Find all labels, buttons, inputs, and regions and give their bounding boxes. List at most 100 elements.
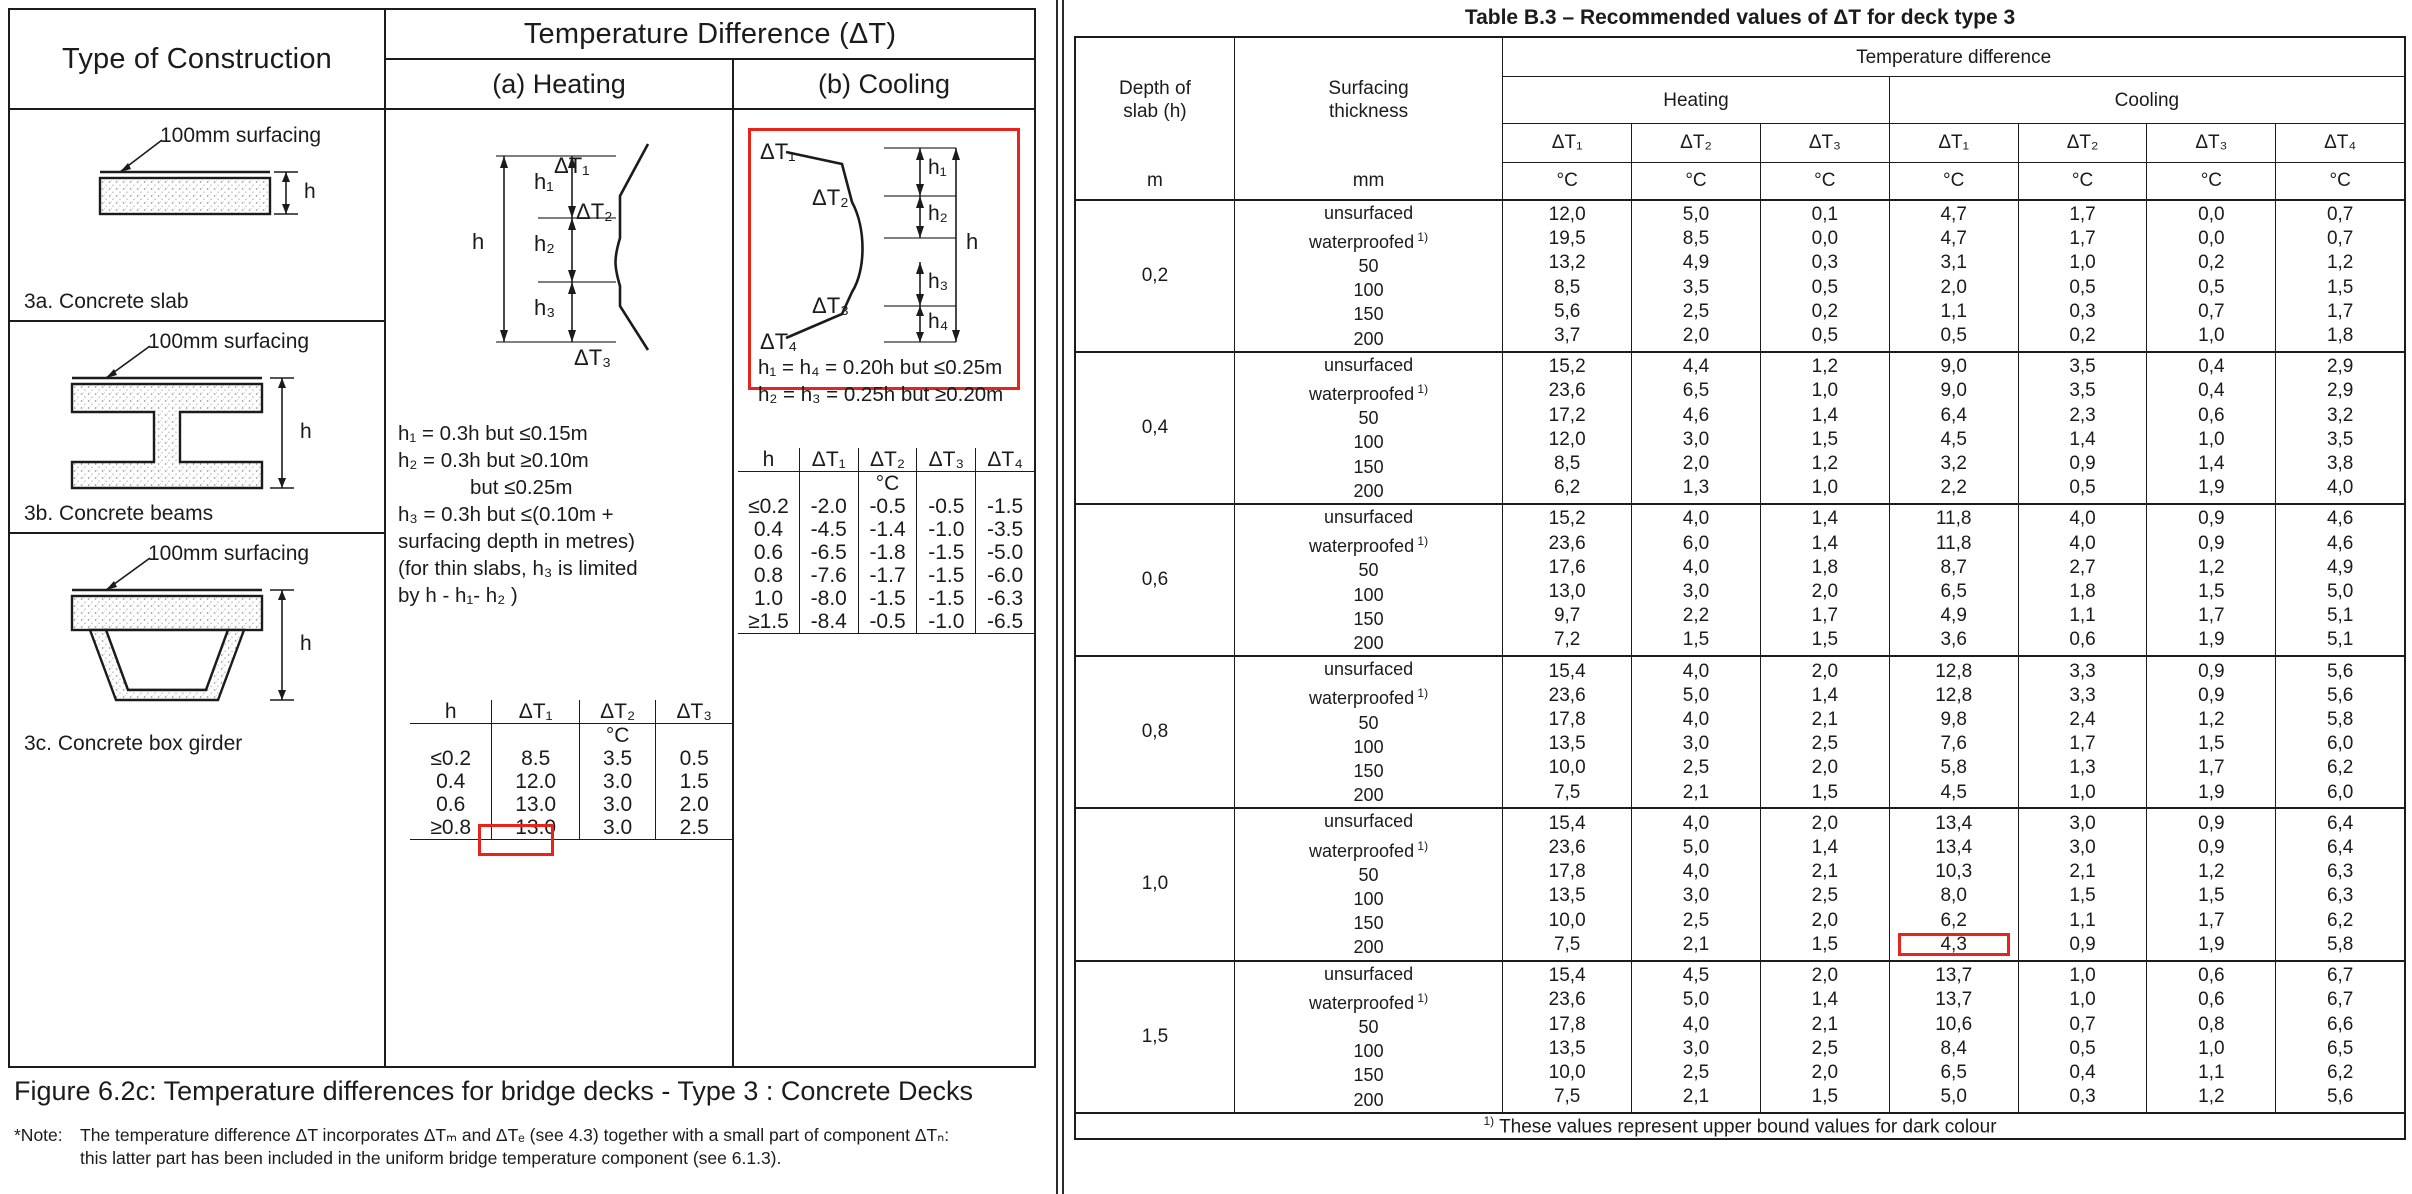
b3-value-cell: 3,2 (2326, 404, 2354, 426)
figure-note-line2: this latter part has been included in th… (80, 1148, 782, 1168)
b3-cooling-col-4: 4,6 4,6 4,9 5,0 5,1 5,1 (2275, 503, 2404, 658)
heating-r4-h: ≥0.8 (430, 816, 472, 839)
figure-note: *Note: The temperature difference ΔT inco… (14, 1122, 949, 1148)
cooling-label-dt1: ΔT₁ (760, 139, 796, 164)
b3-value-cell: 0,5 (2198, 276, 2225, 298)
heating-unit-row: °C (410, 723, 732, 747)
b3-depth-0-8: 0,8 (1076, 656, 1235, 810)
b3-value-cell: 1,5 (2198, 885, 2225, 907)
cooling-col-h: h (738, 448, 800, 472)
b3-value-cell: 6,2 (1553, 477, 1581, 499)
cooling-unit-dt1 (798, 471, 859, 495)
b3-value-cell: 3,0 (1682, 885, 1710, 907)
heating-r4-dt2: 3.0 (579, 816, 657, 840)
b3-value-cell: 2,1 (2069, 861, 2096, 883)
b3-value-cell: 13,5 (1548, 1037, 1586, 1059)
cooling-dim-h4: h₄ (928, 310, 949, 333)
b3-value-cell: 0,9 (2198, 837, 2225, 859)
cooling-r3-dt1: -6.5 (798, 541, 859, 564)
b3-value-cell: 0,9 (2069, 933, 2096, 955)
b3-value-cell: 4,9 (1940, 605, 1967, 627)
b3-value-cell: 1,7 (2069, 204, 2096, 225)
b3-value-cell: 5,8 (2326, 933, 2354, 955)
b3-value-cell: 2,5 (1811, 885, 1839, 907)
heating-unit-dt1 (491, 723, 580, 747)
b3-footnote-ref: 1) (1414, 838, 1429, 853)
b3-value-cell: 0,5 (1811, 276, 1839, 298)
b3-value-cell: 2,0 (1811, 812, 1839, 834)
b3-value-cell: 2,0 (1811, 660, 1839, 682)
b3-value-cell: 6,5 (1940, 1061, 1967, 1083)
b3-value-cell: 1,1 (2198, 1061, 2225, 1083)
cooling-r1-dt4: -1.5 (987, 495, 1024, 518)
cooling-r1-dt3: -0.5 (916, 495, 977, 518)
b3-value-cell: 17,8 (1548, 709, 1586, 731)
b3-value-cell: 5,6 (2326, 1086, 2354, 1108)
figure-note-label: *Note: (14, 1125, 63, 1145)
b3-value-cell: 8,4 (1940, 1037, 1967, 1059)
cooling-values-table: h ΔT₁ ΔT₂ ΔT₃ ΔT₄ °C ≤0.2 -2.0 -0.5 -0.5… (738, 448, 1034, 634)
b3-value-cell: 5,8 (1940, 757, 1967, 779)
b3-header-cooling: Cooling (2114, 89, 2180, 111)
b3-cooling-col-4: 0,7 0,7 1,2 1,5 1,7 1,8 (2275, 199, 2404, 353)
b3-value-cell: 6,2 (1940, 909, 1967, 931)
cooling-r2-dt2: -1.4 (858, 518, 918, 541)
cooling-r3-dt2: -1.8 (858, 541, 918, 564)
table-b3-box: Depth of slab (h) Surfacing thickness Te… (1074, 36, 2406, 1141)
heating-label-dt1: ΔT₁ (554, 153, 590, 178)
b3-value-cell: 0,4 (2069, 1061, 2096, 1083)
box-girder-drawing (70, 557, 294, 702)
b3-heating-col-3: 1,2 1,0 1,4 1,5 1,2 1,0 (1759, 351, 1890, 505)
b3-value-cell: 13,5 (1548, 885, 1586, 907)
b3-value-cell: 6,4 (2326, 837, 2354, 859)
b3-value-cell: 2,1 (1811, 1013, 1839, 1035)
heating-r1-dt3: 0.5 (679, 747, 709, 770)
b3-value-cell: 7,6 (1940, 733, 1967, 755)
b3-value-cell: 13,4 (1935, 812, 1973, 834)
b3-unit-depth: m (1076, 162, 1235, 201)
b3-value-cell: 1,5 (1811, 1086, 1839, 1108)
b3-cooling-col-1: 13,7 13,7 10,6 8,4 6,5 5,0 (1889, 960, 2019, 1114)
cooling-row-2: 0.4 -4.5 -1.4 -1.0 -3.5 (738, 518, 1034, 541)
b3-surfacing-label: 50 (1358, 712, 1379, 733)
b3-col-cooling-dt2: ΔT₂ (2017, 123, 2147, 163)
b3-value-cell: 3,0 (1682, 581, 1710, 603)
b3-value-cell: 0,1 (1811, 204, 1839, 225)
heating-row-4: ≥0.8 13.0 3.0 2.5 (410, 816, 732, 840)
construction-label-box: 3c. Concrete box girder (24, 732, 243, 755)
construction-column: 100mm surfacing h 3a. Concrete slab 100m… (10, 110, 386, 1066)
b3-header-depth-line1: Depth of (1119, 78, 1191, 100)
b3-depth-0-4: 0,4 (1076, 351, 1235, 505)
b3-value-cell: 10,0 (1548, 909, 1586, 931)
b3-value-cell: 9,0 (1940, 380, 1967, 402)
b3-value-cell: 1,4 (1811, 404, 1839, 426)
b3-value-cell: 6,0 (2326, 781, 2354, 803)
b3-value-cell: 0,9 (2198, 660, 2225, 682)
heating-r2-dt3: 1.5 (679, 770, 709, 793)
b3-surfacing-stack: unsurfaced waterproofed 1) 50 100 150 200 (1234, 351, 1504, 505)
b3-value-cell: 1,0 (2069, 781, 2096, 803)
b3-value-cell: 12,8 (1935, 660, 1973, 682)
b3-cooling-col-4: 2,9 2,9 3,2 3,5 3,8 4,0 (2275, 351, 2404, 505)
b3-surfacing-label: unsurfaced (1324, 659, 1414, 680)
cooling-unit-dt2: °C (858, 471, 918, 495)
heating-col-dt1: ΔT₁ (491, 700, 580, 724)
b3-value-cell: 1,5 (1811, 781, 1839, 803)
b3-footnote-ref: 1) (1414, 990, 1429, 1005)
b3-value-cell: 0,5 (1811, 325, 1839, 347)
b3-value-cell: 2,9 (2326, 380, 2354, 402)
b3-heating-col-2: 4,0 5,0 4,0 3,0 2,5 2,1 (1631, 656, 1761, 810)
construction-label-beams: 3b. Concrete beams (24, 502, 214, 525)
cooling-col-dt3: ΔT₃ (916, 448, 977, 472)
b3-value-cell: 7,5 (1553, 1086, 1581, 1108)
b3-value-cell: 2,5 (1682, 757, 1710, 779)
b3-surfacing-label: 200 (1353, 785, 1384, 806)
b3-cooling-col-4: 6,4 6,4 6,3 6,3 6,2 5,8 (2275, 808, 2404, 962)
b3-value-cell: 4,5 (1940, 781, 1967, 803)
b3-cooling-col-3: 0,9 0,9 1,2 1,5 1,7 1,9 (2146, 503, 2276, 658)
b3-heating-col-1: 15,4 23,6 17,8 13,5 10,0 7,5 (1502, 808, 1632, 962)
b3-group-row: 0,8 unsurfaced waterproofed 1) 50 100 150 200 1… (1076, 656, 2404, 810)
b3-value-cell: 2,0 (1682, 325, 1710, 347)
cooling-row-3: 0.6 -6.5 -1.8 -1.5 -5.0 (738, 541, 1034, 564)
b3-value-cell: 1,2 (1811, 356, 1839, 378)
